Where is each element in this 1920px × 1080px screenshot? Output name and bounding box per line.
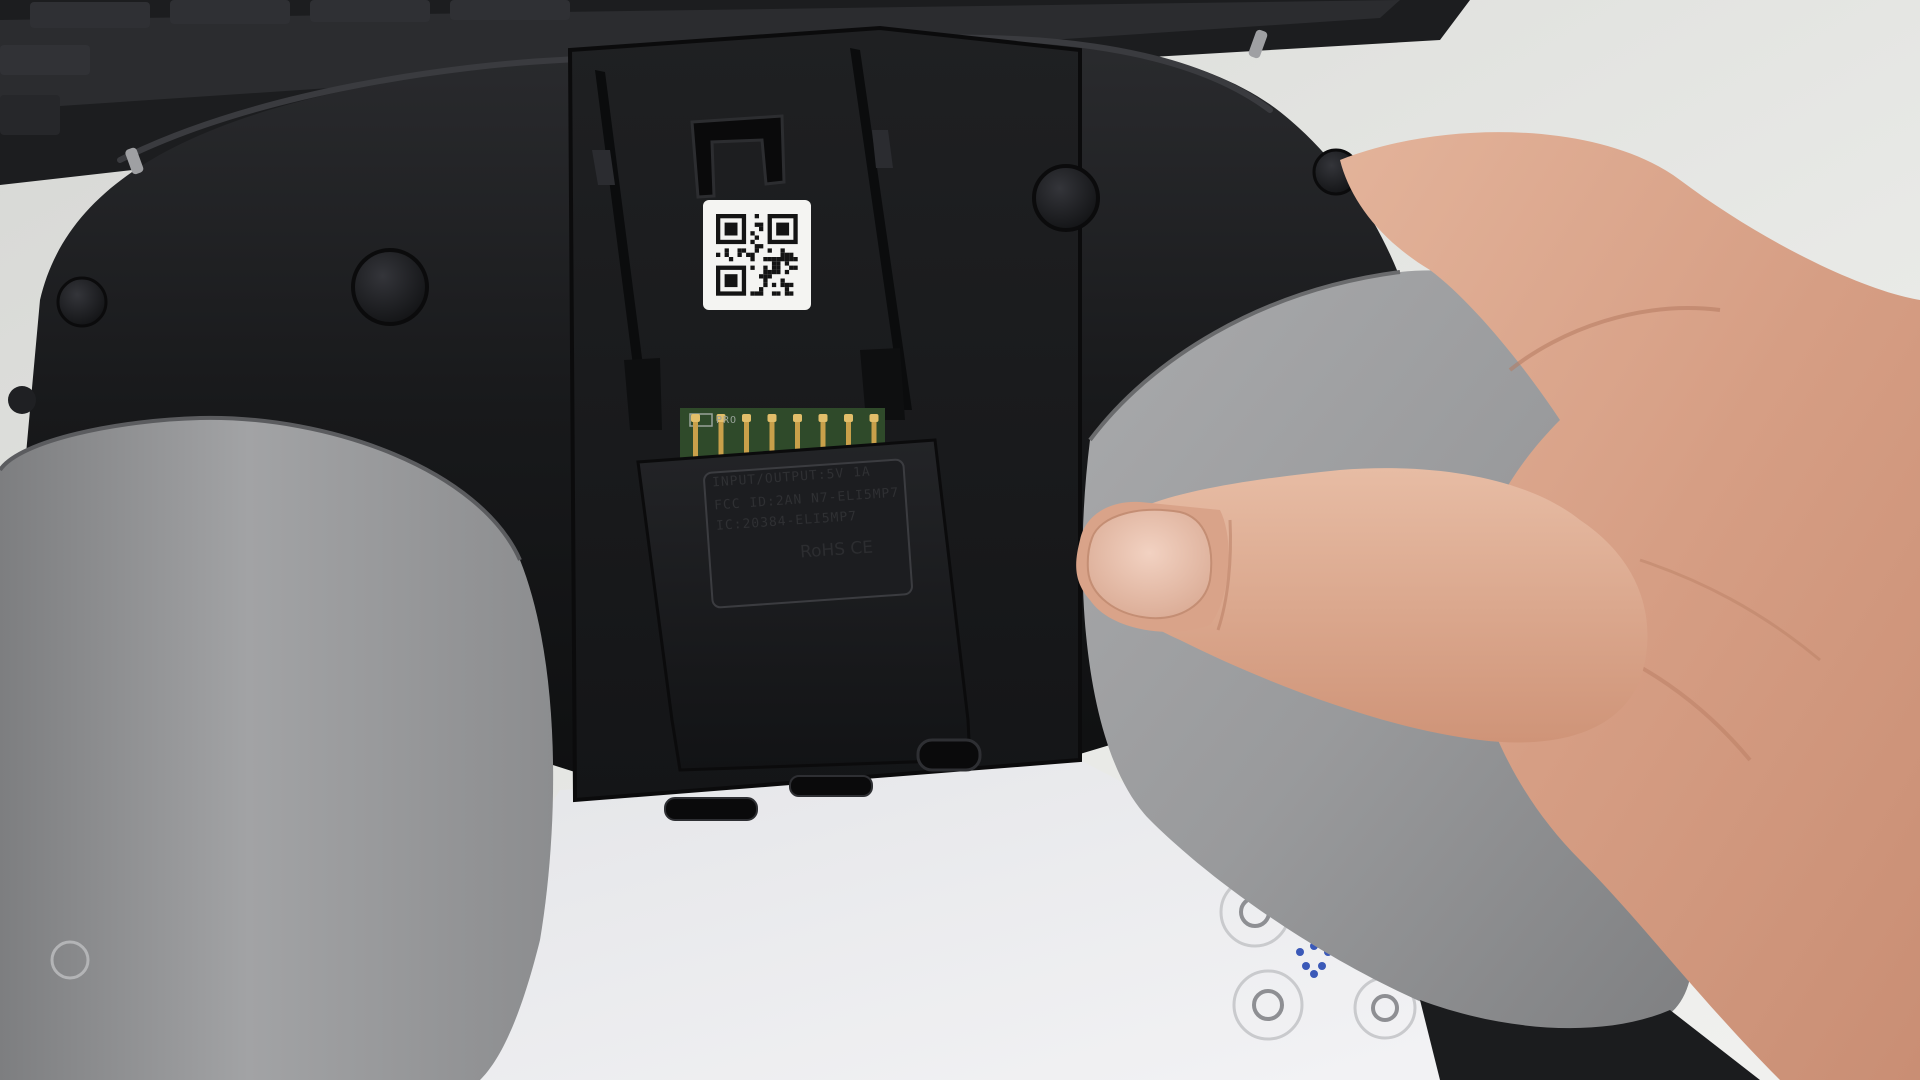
battery-label-plaque [703,458,913,609]
back-button-left-outer [56,276,108,328]
back-button-left-edge [8,386,36,414]
back-button-left [351,248,429,326]
qr-code-sticker [703,200,811,310]
left-grip [0,417,554,1080]
back-button-right [1032,164,1100,232]
thumbnail [1086,508,1213,620]
photo-scene [0,0,1920,1080]
